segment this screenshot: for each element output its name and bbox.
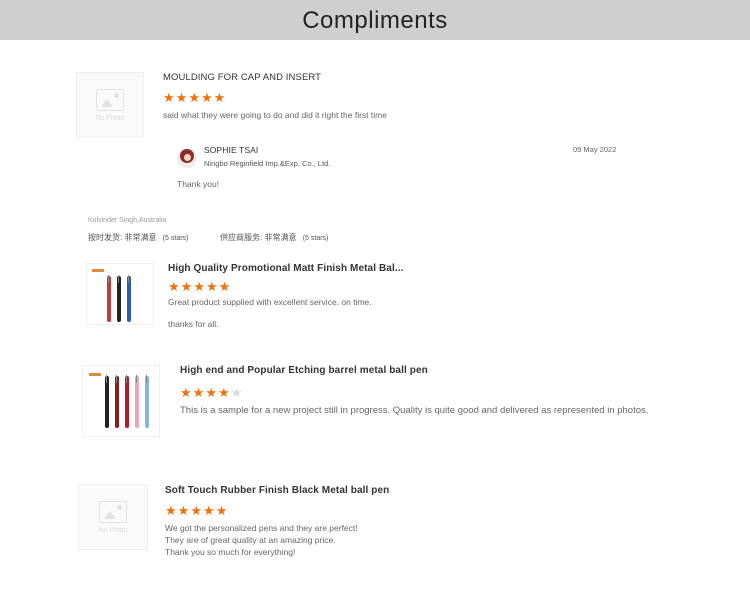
service-rating: 供应商服务: 非常满意 (5 stars) — [220, 233, 329, 242]
star-icon: ★ — [165, 503, 177, 518]
pen-image — [127, 275, 131, 322]
page-header: Compliments — [0, 0, 750, 40]
reply-name: SOPHIE TSAI — [204, 145, 259, 155]
review-product-title[interactable]: High Quality Promotional Matt Finish Met… — [168, 263, 403, 274]
star-icon: ★ — [218, 279, 231, 294]
star-icon: ★ — [202, 503, 215, 518]
delivery-rating: 按时发货: 非常满意 (5 stars) — [88, 233, 189, 242]
rating-stars: ★ ★ ★ ★ ★ — [163, 91, 225, 104]
star-icon: ★ — [180, 385, 192, 400]
star-icon: ★ — [213, 90, 226, 105]
star-icon: ★ — [168, 279, 180, 294]
rating-stars: ★ ★ ★ ★ ★ — [165, 504, 227, 517]
star-icon: ★ — [205, 385, 217, 400]
reviewer-name: Kulvinder Singh,Australia — [88, 217, 167, 224]
pen-image — [125, 375, 129, 428]
no-photo-label: No Photo — [98, 526, 128, 534]
review-product-title[interactable]: High end and Popular Etching barrel meta… — [180, 365, 428, 376]
star-icon: ★ — [215, 503, 228, 518]
review-text-line: We got the personalized pens and they ar… — [165, 523, 358, 533]
review-text: said what they were going to do and did … — [163, 110, 387, 120]
review-text: Great product supplied with excellent se… — [168, 297, 372, 307]
product-thumbnail[interactable] — [82, 365, 160, 437]
pen-image — [107, 275, 111, 322]
review-product-title[interactable]: MOULDING FOR CAP AND INSERT — [163, 72, 321, 83]
star-icon: ★ — [163, 90, 175, 105]
star-icon: ★ — [192, 385, 205, 400]
review-text-extra: thanks for all. — [168, 319, 219, 329]
star-icon: ★ — [180, 279, 193, 294]
star-icon: ★ — [175, 90, 188, 105]
star-icon: ★ — [205, 279, 218, 294]
review-text: This is a sample for a new project still… — [180, 405, 649, 416]
star-icon: ★ — [193, 279, 205, 294]
reply-text: Thank you! — [177, 179, 220, 189]
rating-stars: ★ ★ ★ ★ ★ — [180, 386, 242, 399]
brand-logo — [92, 269, 104, 272]
star-icon: ★ — [190, 503, 202, 518]
review-text-line: They are of great quality at an amazing … — [165, 535, 336, 545]
star-icon: ★ — [177, 503, 190, 518]
star-icon: ★ — [200, 90, 213, 105]
image-placeholder-icon — [96, 88, 124, 111]
star-icon: ★ — [230, 385, 243, 400]
pen-image — [115, 375, 119, 428]
product-thumbnail-placeholder[interactable]: No Photo — [76, 72, 144, 138]
pen-image — [145, 375, 149, 428]
page-title: Compliments — [302, 7, 448, 34]
brand-logo — [89, 373, 101, 376]
product-thumbnail-placeholder[interactable]: No Photo — [78, 484, 148, 550]
supplier-avatar — [177, 148, 197, 168]
reply-company: Ningbo Reginfield Imp.&Exp. Co., Ltd. — [204, 159, 331, 168]
star-icon: ★ — [217, 385, 230, 400]
pen-image — [135, 375, 139, 428]
product-thumbnail[interactable] — [86, 263, 154, 325]
review-text-line: Thank you so much for everything! — [165, 547, 296, 557]
reply-date: 09 May 2022 — [573, 145, 617, 154]
review-product-title[interactable]: Soft Touch Rubber Finish Black Metal bal… — [165, 485, 389, 496]
rating-stars: ★ ★ ★ ★ ★ — [168, 280, 230, 293]
pen-image — [105, 375, 109, 428]
image-placeholder-icon — [99, 500, 127, 523]
pen-image — [117, 275, 121, 322]
star-icon: ★ — [188, 90, 200, 105]
no-photo-label: No Photo — [95, 114, 125, 122]
